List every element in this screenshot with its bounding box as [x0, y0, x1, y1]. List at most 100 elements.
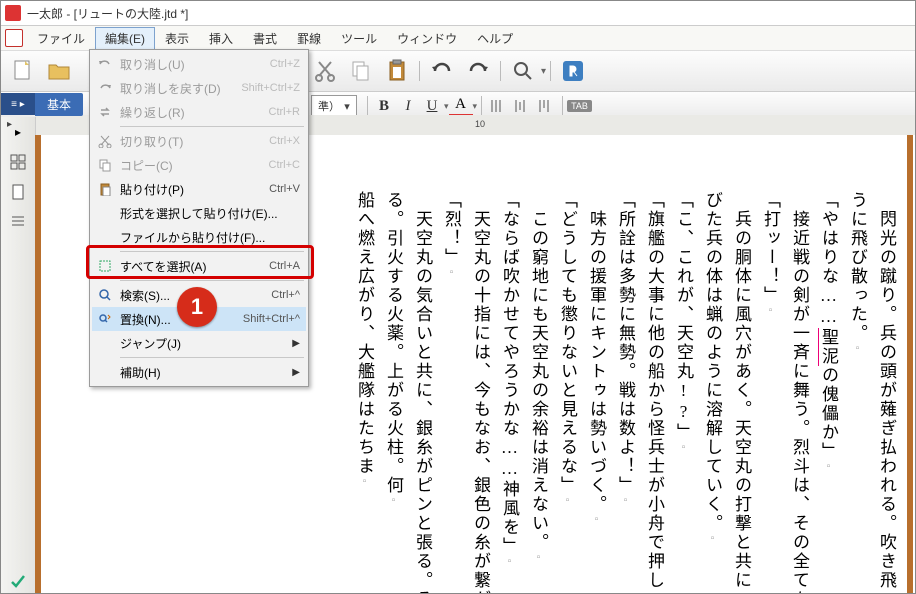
menu-item-label: コピー(C) — [120, 157, 269, 174]
annotation-callout: 1 — [177, 287, 217, 327]
zoom-dropdown-icon[interactable]: ▾ — [541, 66, 546, 77]
undo-button[interactable] — [426, 55, 458, 87]
sidebar-lines-icon[interactable] — [7, 211, 29, 233]
menu-item[interactable]: 形式を選択して貼り付け(E)... — [92, 201, 306, 225]
menu-format[interactable]: 書式 — [243, 27, 287, 50]
sidebar-check-icon[interactable] — [7, 571, 29, 593]
separator — [419, 61, 420, 81]
text-line: うに飛び散った。▫ — [849, 191, 866, 593]
menu-edit[interactable]: 編集(E) — [95, 27, 155, 50]
text-line: 「打ッー！」▫ — [762, 191, 779, 593]
new-button[interactable] — [7, 55, 39, 87]
menu-item: 切り取り(T)Ctrl+X — [92, 129, 306, 153]
redo-icon — [96, 79, 114, 97]
menu-item-shortcut: Ctrl+A — [269, 260, 300, 272]
sidebar-grid-icon[interactable] — [7, 151, 29, 173]
style-dropdown[interactable]: 準）▾ — [311, 95, 357, 117]
menu-item-shortcut: Ctrl+C — [269, 159, 300, 171]
open-button[interactable] — [43, 55, 75, 87]
menu-item-label: すべてを選択(A) — [120, 258, 269, 275]
app-icon — [5, 5, 21, 21]
separator — [562, 96, 563, 116]
menu-tools[interactable]: ツール — [331, 27, 387, 50]
text-line: 船へ燃え広がり、大艦隊はたちま▫ — [356, 191, 373, 593]
menu-item-shortcut: Shift+Ctrl+Z — [241, 82, 300, 94]
tab-button[interactable]: TAB — [567, 100, 592, 112]
sidebar-page-icon[interactable] — [7, 181, 29, 203]
text-line: 閃光の蹴り。兵の頭が薙ぎ払われる。吹き飛▫ — [878, 191, 895, 593]
text-line: この窮地にも天空丸の余裕は消えない。▫ — [530, 191, 547, 593]
menu-item-shortcut: Ctrl+^ — [271, 289, 300, 301]
menu-item[interactable]: 補助(H)▶ — [92, 360, 306, 384]
mode-toggle[interactable]: ≡ ▸ — [1, 93, 35, 115]
titlebar: 一太郎 - [リュートの大陸.jtd *] — [1, 1, 915, 26]
menu-item-label: 取り消しを戻す(D) — [120, 80, 241, 97]
menu-item: 取り消しを戻す(D)Shift+Ctrl+Z — [92, 76, 306, 100]
file-icon[interactable] — [5, 29, 23, 47]
menu-separator — [120, 357, 304, 358]
fontcolor-dropdown-icon[interactable]: ▾ — [473, 101, 478, 112]
blank-icon — [96, 204, 114, 222]
menu-item-label: ファイルから貼り付け(F)... — [120, 229, 300, 246]
menu-help[interactable]: ヘルプ — [467, 27, 523, 50]
blank-icon — [96, 228, 114, 246]
menu-item-label: 繰り返し(R) — [120, 104, 269, 121]
menu-item-label: 切り取り(T) — [120, 133, 269, 150]
fontcolor-button[interactable]: A — [449, 96, 473, 117]
separator — [500, 61, 501, 81]
mode-chip[interactable]: 基本 — [35, 93, 83, 116]
text-line: 「ならば吹かせてやろうかな……神風を」▫ — [501, 191, 518, 593]
menu-item-label: ジャンプ(J) — [120, 335, 292, 352]
menu-item-label: 形式を選択して貼り付け(E)... — [120, 205, 300, 222]
separator — [481, 96, 482, 116]
paste-button[interactable] — [381, 55, 413, 87]
text-line: 兵の胴体に風穴があく。天空丸の打撃と共に▫ — [733, 191, 750, 593]
menu-insert[interactable]: 挿入 — [199, 27, 243, 50]
align1-button[interactable] — [486, 95, 510, 117]
blank-icon — [96, 334, 114, 352]
text-line: 天空丸の十指には、今もなお、銀色の糸が繋が▫ — [472, 191, 489, 593]
menu-file[interactable]: ファイル — [27, 27, 95, 50]
italic-button[interactable]: I — [396, 95, 420, 117]
menu-window[interactable]: ウィンドウ — [387, 27, 467, 50]
copy-button[interactable] — [345, 55, 377, 87]
text-line: 「所詮は多勢に無勢。戦は数よ！」▫ — [617, 191, 634, 593]
zoom-button[interactable] — [507, 55, 539, 87]
redo-button[interactable] — [462, 55, 494, 87]
menu-item-label: 貼り付け(P) — [120, 181, 269, 198]
separator — [550, 61, 551, 81]
menu-item[interactable]: ファイルから貼り付け(F)... — [92, 225, 306, 249]
submenu-arrow-icon: ▶ — [292, 338, 300, 349]
menu-item-shortcut: Shift+Ctrl+^ — [243, 313, 300, 325]
selectall-icon — [96, 257, 114, 275]
page-edge-right — [907, 135, 913, 593]
bold-button[interactable]: B — [372, 95, 396, 117]
menu-item-shortcut: Ctrl+Z — [270, 58, 300, 70]
plugin-button[interactable] — [557, 55, 589, 87]
menu-item[interactable]: すべてを選択(A)Ctrl+A — [92, 254, 306, 278]
ruler-mark: 10 — [475, 119, 485, 129]
page-edge-left — [35, 135, 41, 593]
edit-menu-dropdown: 取り消し(U)Ctrl+Z取り消しを戻す(D)Shift+Ctrl+Z繰り返し(… — [89, 49, 309, 387]
menu-item-label: 補助(H) — [120, 364, 292, 381]
replace-icon — [96, 310, 114, 328]
text-line: 「やはりな……聖泥の傀儡か」▫ — [820, 191, 837, 593]
menu-item[interactable]: 貼り付け(P)Ctrl+V — [92, 177, 306, 201]
menu-item: 繰り返し(R)Ctrl+R — [92, 100, 306, 124]
menu-item: コピー(C)Ctrl+C — [92, 153, 306, 177]
menu-item: 取り消し(U)Ctrl+Z — [92, 52, 306, 76]
window-title: 一太郎 - [リュートの大陸.jtd *] — [27, 5, 188, 22]
align3-button[interactable] — [534, 95, 558, 117]
copy-icon — [96, 156, 114, 174]
align2-button[interactable] — [510, 95, 534, 117]
cut-button[interactable] — [309, 55, 341, 87]
menu-item[interactable]: ジャンプ(J)▶ — [92, 331, 306, 355]
underline-button[interactable]: U — [420, 95, 444, 117]
menu-item-shortcut: Ctrl+R — [269, 106, 300, 118]
text-line: 接近戦の剣が一斉に舞う。烈斗は、その全てを▫ — [791, 191, 808, 593]
paste-icon — [96, 180, 114, 198]
menu-separator — [120, 280, 304, 281]
menu-view[interactable]: 表示 — [155, 27, 199, 50]
menu-border[interactable]: 罫線 — [287, 27, 331, 50]
ruler-origin-icon: ▸ — [7, 119, 12, 130]
